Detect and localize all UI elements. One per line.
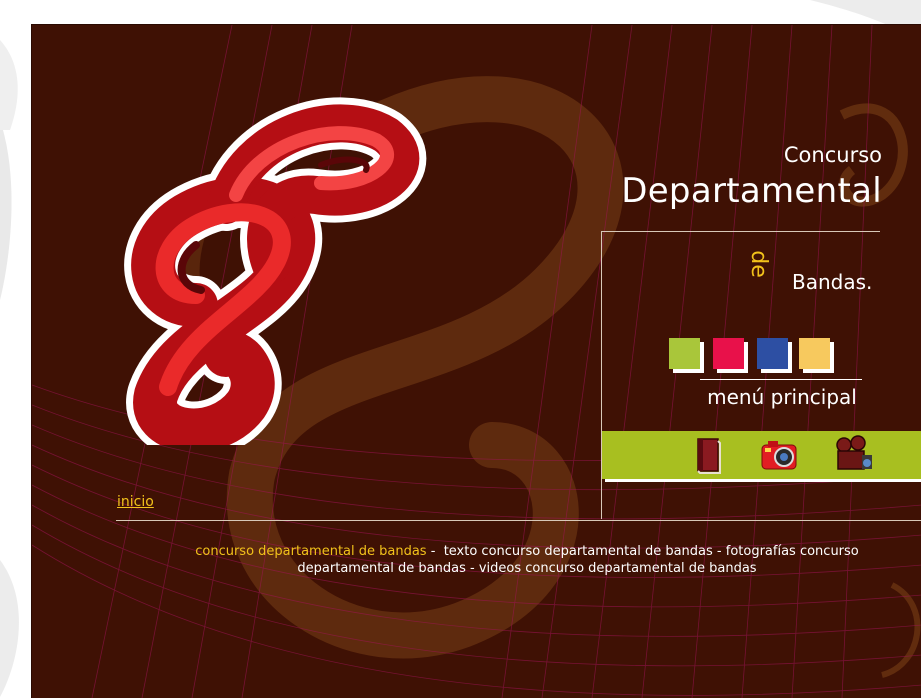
camera-icon[interactable]	[758, 433, 802, 477]
footer-separator: -	[712, 544, 726, 559]
swatch-yellow-button[interactable]	[799, 338, 834, 373]
title-concurso: Concurso	[783, 143, 882, 167]
swatch-red-fill	[713, 338, 744, 369]
swatch-red-button[interactable]	[713, 338, 748, 373]
media-icon-bar	[602, 431, 921, 479]
menu-divider	[700, 379, 862, 380]
swatch-yellow-fill	[799, 338, 830, 369]
title-de: de	[746, 250, 771, 278]
book-icon[interactable]	[686, 433, 730, 477]
footer-highlight-link[interactable]: concurso departamental de bandas	[195, 544, 426, 559]
frame-top-divider	[601, 231, 880, 232]
video-camera-icon[interactable]	[832, 433, 876, 477]
page-container: Concurso Departamental de Bandas. menú p…	[31, 24, 921, 698]
title-bandas: Bandas.	[792, 270, 873, 294]
swatch-blue-fill	[757, 338, 788, 369]
title-departamental: Departamental	[621, 171, 882, 211]
horizontal-divider	[116, 520, 921, 521]
treble-clef-logo	[124, 97, 427, 445]
footer-link-texto[interactable]: texto concurso departamental de bandas	[444, 544, 713, 559]
swatch-green-fill	[669, 338, 700, 369]
footer-links: concurso departamental de bandas - texto…	[162, 543, 892, 577]
inicio-link[interactable]: inicio	[117, 494, 154, 510]
swatch-green-button[interactable]	[669, 338, 704, 373]
swatch-blue-button[interactable]	[757, 338, 792, 373]
footer-link-videos[interactable]: videos concurso departamental de bandas	[479, 561, 757, 576]
footer-separator: -	[465, 561, 479, 576]
footer-separator: -	[426, 544, 444, 559]
menu-principal-label: menú principal	[707, 385, 857, 409]
